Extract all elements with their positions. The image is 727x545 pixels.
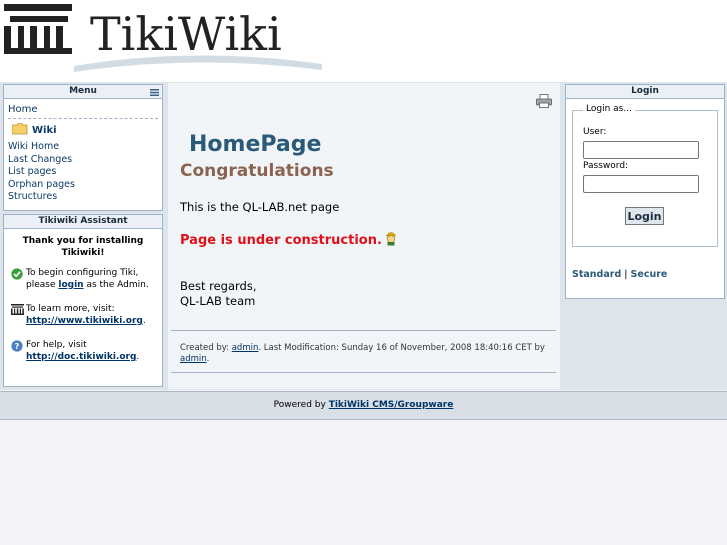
page-meta: Created by: admin. Last Modification: Su…: [180, 343, 545, 364]
svg-text:?: ?: [15, 342, 20, 351]
login-box: Login Login as... User: Password: Login …: [565, 84, 725, 299]
secure-link[interactable]: Secure: [631, 269, 668, 280]
login-link[interactable]: login: [58, 280, 83, 290]
print-icon[interactable]: [536, 94, 552, 108]
page-title[interactable]: HomePage: [189, 132, 321, 158]
menu-box-title: Menu: [4, 85, 162, 99]
configure-text-end: as the Admin.: [86, 280, 149, 290]
login-box-title: Login: [566, 85, 724, 99]
tikiwiki-logo-icon: [4, 4, 72, 54]
user-label: User:: [583, 127, 607, 137]
regards-line: Best regards,: [180, 279, 257, 293]
menu-title: Menu: [69, 86, 97, 96]
login-button[interactable]: Login: [625, 207, 664, 225]
login-fieldset: Login as... User: Password: Login: [572, 104, 718, 247]
intro-text: This is the QL-LAB.net page: [180, 200, 340, 214]
modifier-link[interactable]: admin: [180, 354, 207, 364]
assistant-thanks: Thank you for installing Tikiwiki!: [22, 236, 144, 258]
collapse-icon[interactable]: [150, 88, 159, 96]
menu-section-wiki-label: Wiki: [32, 125, 57, 136]
assistant-title: Tikiwiki Assistant: [4, 215, 162, 229]
signature-line: QL-LAB team: [180, 294, 256, 308]
menu-item-orphan-pages[interactable]: Orphan pages: [8, 179, 158, 192]
folder-icon: [12, 123, 28, 135]
menu-item-home[interactable]: Home: [8, 103, 158, 116]
help-text: For help, visit: [26, 340, 87, 350]
site-header: TikiWiki: [0, 0, 727, 82]
tikiwiki-org-link[interactable]: http://www.tikiwiki.org: [26, 316, 143, 326]
menu-box: Menu Home Wiki Wiki Home Last Changes Li…: [3, 84, 163, 211]
construction-worker-icon: [386, 232, 397, 246]
standard-link[interactable]: Standard: [572, 269, 621, 280]
creator-link[interactable]: admin: [232, 343, 259, 353]
password-label: Password:: [583, 161, 629, 171]
assistant-learn: To learn more, visit: http://www.tikiwik…: [4, 303, 162, 327]
assistant-help: ? For help, visit http://doc.tikiwiki.or…: [4, 339, 162, 363]
doc-tikiwiki-link[interactable]: http://doc.tikiwiki.org: [26, 352, 136, 362]
tikiwiki-logo[interactable]: TikiWiki: [4, 4, 322, 78]
construction-text: Page is under construction.: [180, 233, 382, 248]
login-legend: Login as...: [583, 104, 635, 114]
check-icon: [11, 268, 23, 280]
powered-by-text: Powered by: [273, 400, 326, 410]
assistant-configure: To begin configuring Tiki, please login …: [4, 267, 162, 291]
content-divider-bottom: [171, 372, 556, 373]
menu-section-wiki[interactable]: Wiki: [8, 123, 158, 141]
username-field[interactable]: [583, 141, 699, 159]
tikiwiki-cms-link[interactable]: TikiWiki CMS/Groupware: [329, 400, 454, 410]
tiki-logo-icon: [11, 304, 24, 315]
menu-divider: [8, 118, 158, 119]
assistant-box: Tikiwiki Assistant Thank you for install…: [3, 214, 163, 387]
menu-item-list-pages[interactable]: List pages: [8, 166, 158, 179]
help-icon: ?: [11, 340, 23, 352]
password-field[interactable]: [583, 175, 699, 193]
content-divider-top: [171, 330, 556, 331]
login-mode-separator: |: [624, 269, 628, 280]
menu-item-wiki-home[interactable]: Wiki Home: [8, 141, 158, 154]
menu-item-last-changes[interactable]: Last Changes: [8, 154, 158, 167]
page-footer: Powered by TikiWiki CMS/Groupware: [0, 391, 727, 420]
construction-notice: Page is under construction.: [180, 230, 397, 249]
menu-item-structures[interactable]: Structures: [8, 191, 158, 204]
learn-text: To learn more, visit:: [26, 304, 115, 314]
logo-swoosh-icon: [74, 55, 322, 72]
congratulations-heading: Congratulations: [180, 161, 334, 181]
wiki-content: HomePage Congratulations This is the QL-…: [168, 83, 560, 389]
login-mode-links: Standard | Secure: [572, 269, 667, 280]
